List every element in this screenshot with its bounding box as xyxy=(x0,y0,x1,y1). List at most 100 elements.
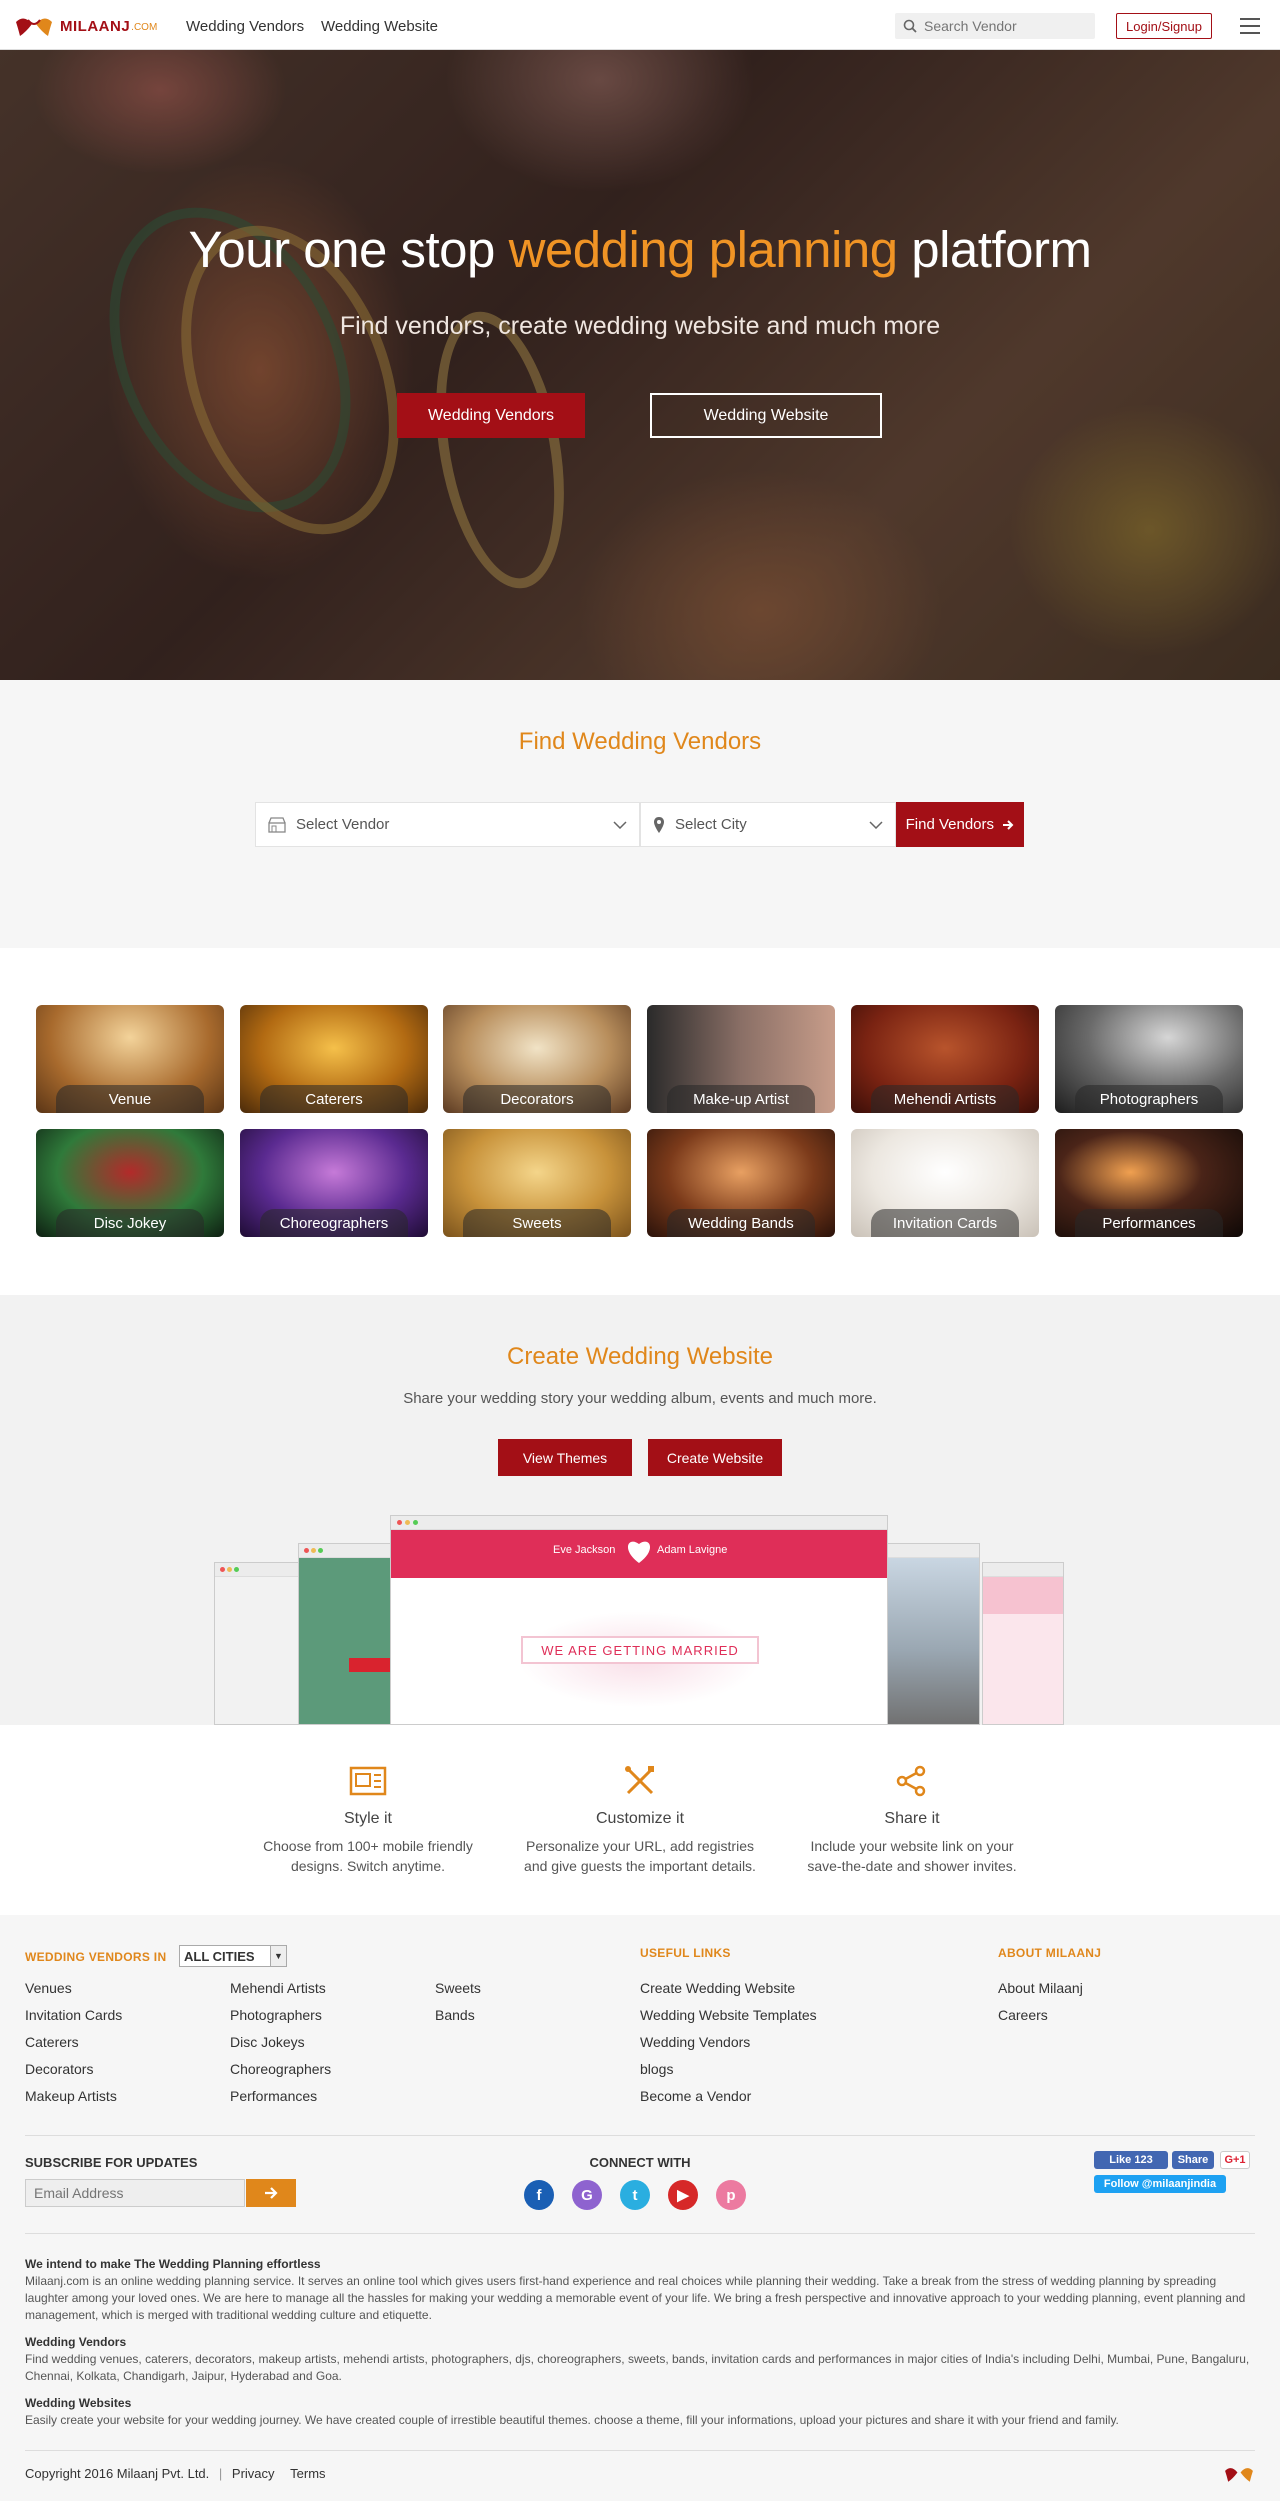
footer-link-create-wedding-website[interactable]: Create Wedding Website xyxy=(640,1980,795,1996)
share-icon xyxy=(896,1765,926,1797)
twitter-icon[interactable]: t xyxy=(620,2180,650,2210)
hamburger-menu-icon[interactable] xyxy=(1240,18,1260,34)
privacy-link[interactable]: Privacy xyxy=(232,2466,275,2481)
twitter-follow-button[interactable]: Follow @milaanjindia xyxy=(1094,2175,1226,2193)
theme-preview xyxy=(880,1543,980,1725)
about-websites-paragraph: Wedding Websites Easily create your webs… xyxy=(25,2396,1119,2427)
hero-wedding-vendors-button[interactable]: Wedding Vendors xyxy=(397,393,585,438)
chevron-down-icon xyxy=(869,820,883,829)
category-decorators[interactable]: Decorators xyxy=(443,1005,631,1113)
feature-share: Share it Include your website link on yo… xyxy=(777,1765,1047,1876)
theme-preview xyxy=(298,1543,398,1725)
nav-wedding-vendors[interactable]: Wedding Vendors xyxy=(186,18,304,35)
hero-subtitle: Find vendors, create wedding website and… xyxy=(339,312,941,340)
youtube-icon[interactable]: ▶ xyxy=(668,2180,698,2210)
facebook-like-button[interactable]: Like 123 xyxy=(1094,2151,1168,2169)
create-website-subtitle: Share your wedding story your wedding al… xyxy=(403,1390,877,1407)
heart-icon xyxy=(627,1541,651,1563)
footer-link-careers[interactable]: Careers xyxy=(998,2007,1048,2023)
google-icon[interactable]: G xyxy=(572,2180,602,2210)
category-invitation-cards[interactable]: Invitation Cards xyxy=(851,1129,1039,1237)
logo-domain: .COM xyxy=(131,22,158,33)
subscribe-email-input[interactable] xyxy=(25,2179,245,2207)
footer-city-select[interactable]: ALL CITIES ▼ xyxy=(179,1945,287,1967)
footer-link-decorators[interactable]: Decorators xyxy=(25,2061,93,2077)
create-website-button[interactable]: Create Website xyxy=(648,1439,782,1476)
store-icon xyxy=(268,816,286,833)
footer-link-become-vendor[interactable]: Become a Vendor xyxy=(640,2088,751,2104)
pinterest-icon[interactable]: p xyxy=(716,2180,746,2210)
footer-link-about-milaanj[interactable]: About Milaanj xyxy=(998,1980,1083,1996)
subscribe-submit-button[interactable] xyxy=(246,2179,296,2207)
vendor-select-value: Select Vendor xyxy=(296,816,390,833)
google-plus-button[interactable]: G+1 xyxy=(1220,2151,1250,2169)
about-vendors-paragraph: Wedding Vendors Find wedding venues, cat… xyxy=(25,2335,1250,2383)
location-pin-icon xyxy=(654,816,664,833)
feature-customize: Customize it Personalize your URL, add r… xyxy=(505,1765,775,1876)
footer-link-venues[interactable]: Venues xyxy=(25,1980,72,1996)
view-themes-button[interactable]: View Themes xyxy=(498,1439,632,1476)
arrow-right-icon xyxy=(1003,819,1014,830)
logo[interactable]: MILAANJ .COM xyxy=(12,12,157,40)
hero-wedding-website-button[interactable]: Wedding Website xyxy=(650,393,882,438)
create-website-title: Create Wedding Website xyxy=(507,1343,773,1370)
category-caterers[interactable]: Caterers xyxy=(240,1005,428,1113)
feature-style: Style it Choose from 100+ mobile friendl… xyxy=(233,1765,503,1876)
category-venue[interactable]: Venue xyxy=(36,1005,224,1113)
city-select-value: Select City xyxy=(675,816,747,833)
find-vendors-title: Find Wedding Vendors xyxy=(518,728,762,755)
copyright-bar: Copyright 2016 Milaanj Pvt. Ltd. | Priva… xyxy=(25,2466,326,2481)
category-mehendi-artists[interactable]: Mehendi Artists xyxy=(851,1005,1039,1113)
login-signup-button[interactable]: Login/Signup xyxy=(1116,13,1212,39)
footer-link-sweets[interactable]: Sweets xyxy=(435,1980,481,1996)
footer-logo-icon xyxy=(1225,2468,1253,2482)
hero-banner: Your one stop wedding planning platform … xyxy=(0,50,1280,680)
chevron-down-icon: ▼ xyxy=(270,1946,286,1966)
footer: WEDDING VENDORS IN ALL CITIES ▼ Venues In… xyxy=(0,1915,1280,2501)
footer-link-performances[interactable]: Performances xyxy=(230,2088,317,2104)
search-input[interactable] xyxy=(924,18,1084,34)
category-wedding-bands[interactable]: Wedding Bands xyxy=(647,1129,835,1237)
vendor-select[interactable]: Select Vendor xyxy=(255,802,640,847)
footer-link-website-templates[interactable]: Wedding Website Templates xyxy=(640,2007,817,2023)
divider xyxy=(25,2233,1255,2234)
footer-link-photographers[interactable]: Photographers xyxy=(230,2007,322,2023)
category-performances[interactable]: Performances xyxy=(1055,1129,1243,1237)
footer-link-invitation-cards[interactable]: Invitation Cards xyxy=(25,2007,122,2023)
footer-link-caterers[interactable]: Caterers xyxy=(25,2034,79,2050)
logo-brand: MILAANJ xyxy=(60,17,131,35)
chevron-down-icon xyxy=(613,820,627,829)
footer-link-mehendi-artists[interactable]: Mehendi Artists xyxy=(230,1980,326,1996)
category-photographers[interactable]: Photographers xyxy=(1055,1005,1243,1113)
footer-link-bands[interactable]: Bands xyxy=(435,2007,475,2023)
footer-vendors-in-heading: WEDDING VENDORS IN xyxy=(25,1950,167,1964)
about-paragraph: We intend to make The Wedding Planning e… xyxy=(25,2257,1246,2322)
footer-link-wedding-vendors[interactable]: Wedding Vendors xyxy=(640,2034,750,2050)
theme-preview-main: Eve Jackson Adam Lavigne WE ARE GETTING … xyxy=(390,1515,888,1725)
terms-link[interactable]: Terms xyxy=(290,2466,325,2481)
footer-link-choreographers[interactable]: Choreographers xyxy=(230,2061,331,2077)
category-sweets[interactable]: Sweets xyxy=(443,1129,631,1237)
category-make-up-artist[interactable]: Make-up Artist xyxy=(647,1005,835,1113)
category-disc-jokey[interactable]: Disc Jokey xyxy=(36,1129,224,1237)
search-box[interactable] xyxy=(895,13,1095,39)
footer-useful-links-heading: USEFUL LINKS xyxy=(640,1946,731,1960)
city-select[interactable]: Select City xyxy=(640,802,896,847)
facebook-icon[interactable]: f xyxy=(524,2180,554,2210)
top-navbar: MILAANJ .COM Wedding Vendors Wedding Web… xyxy=(0,0,1280,50)
features-section: Style it Choose from 100+ mobile friendl… xyxy=(0,1725,1280,1915)
nav-wedding-website[interactable]: Wedding Website xyxy=(321,18,438,35)
find-vendors-button[interactable]: Find Vendors xyxy=(896,802,1024,847)
footer-link-disc-jokeys[interactable]: Disc Jokeys xyxy=(230,2034,305,2050)
footer-link-makeup-artists[interactable]: Makeup Artists xyxy=(25,2088,117,2104)
category-choreographers[interactable]: Choreographers xyxy=(240,1129,428,1237)
divider xyxy=(25,2135,1255,2136)
facebook-share-button[interactable]: Share xyxy=(1172,2151,1214,2169)
hero-title: Your one stop wedding planning platform xyxy=(188,221,1092,278)
find-vendors-section: Find Wedding Vendors Select Vendor Selec… xyxy=(0,680,1280,948)
page: MILAANJ .COM Wedding Vendors Wedding Web… xyxy=(0,0,1280,2501)
theme-preview xyxy=(982,1562,1064,1725)
arrow-right-icon xyxy=(265,2187,278,2199)
divider xyxy=(25,2450,1255,2451)
footer-link-blogs[interactable]: blogs xyxy=(640,2061,673,2077)
